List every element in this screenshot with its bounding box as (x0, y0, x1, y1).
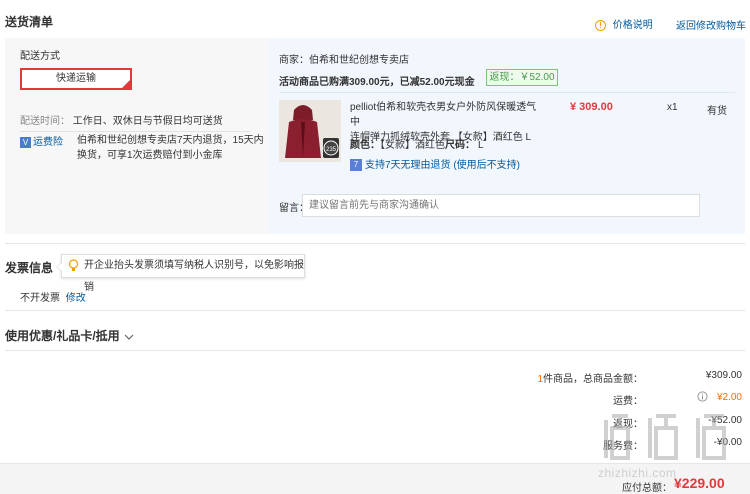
invoice-tip: 开企业抬头发票须填写纳税人识别号，以免影响报销 (56, 254, 305, 293)
delivery-time-value: 工作日、双休日与节假日均可送货 (72, 116, 223, 127)
watermark-text: zhizhizhi.com (598, 466, 677, 480)
divider (5, 243, 745, 244)
price-note-link[interactable]: ! 价格说明 (595, 16, 653, 31)
note-input[interactable] (302, 194, 700, 217)
promo-text: 活动商品已购满309.00元，已减52.00元现金 (279, 77, 475, 88)
product-price: ¥ 309.00 (570, 101, 613, 113)
delivery-time: 配送时间： 工作日、双休日与节假日均可送货 (20, 112, 223, 127)
chevron-down-icon (125, 334, 134, 341)
invoice-status: 不开发票 (20, 293, 60, 304)
product-name-line1: pelliot伯希和软壳衣男女户外防风保暖透气中 (350, 102, 537, 128)
watermark: zhizhizhi.com (598, 408, 748, 492)
rebate-badge: 返现：￥52.00 (486, 69, 558, 86)
invoice-title: 发票信息 (5, 261, 54, 275)
coupons-title: 使用优惠/礼品卡/抵用 (5, 329, 120, 343)
summary-total: ¥309.00 (705, 370, 742, 381)
return-policy[interactable]: 7 支持7天无理由退货 (使用后不支持) (350, 156, 520, 172)
seven-day-return-icon: 7 (350, 159, 362, 172)
shipping-fee-label: 运费： (613, 396, 643, 407)
product-image-badge: 235 (326, 147, 337, 153)
item-count-label: 件商品，总商品金额： (543, 374, 643, 385)
price-note-label: 价格说明 (612, 20, 653, 31)
divider (5, 350, 745, 351)
express-delivery-label: 快递运输 (56, 73, 96, 84)
seller-info: 商家：伯希和世纪创想专卖店 (279, 51, 409, 66)
size-label: 尺码： (445, 140, 475, 151)
color-value: 【女款】酒红色 (380, 140, 445, 151)
info-icon: ! (595, 19, 606, 31)
selected-corner-icon (122, 80, 130, 88)
product-spec: 颜色：【女款】酒红色尺码： L (350, 136, 484, 151)
invoice-status-row: 不开发票 修改 (20, 289, 86, 304)
delivery-time-label: 配送时间： (20, 116, 70, 127)
shipping-insurance[interactable]: V 运费险 (20, 133, 63, 148)
divider (20, 131, 250, 132)
tip-arrow-inner (57, 262, 63, 272)
product-stock: 有货 (707, 106, 727, 117)
shipping-insurance-label: 运费险 (33, 137, 63, 148)
invoice-edit-link[interactable]: 修改 (66, 293, 86, 304)
return-policy-label: 支持7天无理由退货 (使用后不支持) (365, 160, 520, 171)
product-quantity: x1 (667, 102, 678, 113)
coupons-toggle[interactable]: 使用优惠/礼品卡/抵用 (5, 327, 134, 344)
shipping-insurance-icon: V (20, 136, 31, 148)
invoice-tip-text: 开企业抬头发票须填写纳税人识别号，以免影响报销 (84, 260, 304, 293)
color-label: 颜色： (350, 140, 380, 151)
delivery-list-title: 送货清单 (5, 15, 54, 29)
shipping-fee-value: ¥2.00 (716, 392, 742, 403)
divider (279, 92, 735, 93)
insurance-description: 伯希和世纪创想专卖店7天内退货，15天内 换货，可享1次运费赔付到小金库 (77, 133, 264, 163)
size-value: L (478, 140, 484, 151)
delivery-method-label: 配送方式 (20, 51, 60, 62)
express-delivery-option[interactable]: 快递运输 (20, 68, 132, 90)
insurance-text-line1: 伯希和世纪创想专卖店7天内退货，15天内 (77, 135, 264, 146)
seller-label: 商家： (279, 55, 309, 66)
divider (5, 310, 745, 311)
back-to-cart-link[interactable]: 返回修改购物车 (676, 17, 746, 32)
summary-count: 1件商品，总商品金额： (480, 370, 643, 385)
product-image[interactable]: 235 (279, 100, 341, 162)
insurance-text-line2: 换货，可享1次运费赔付到小金库 (77, 150, 223, 161)
lightbulb-icon (68, 259, 79, 271)
seller-name: 伯希和世纪创想专卖店 (309, 55, 409, 66)
product-jacket-image: 235 (279, 100, 341, 162)
watermark-logo (604, 414, 726, 460)
